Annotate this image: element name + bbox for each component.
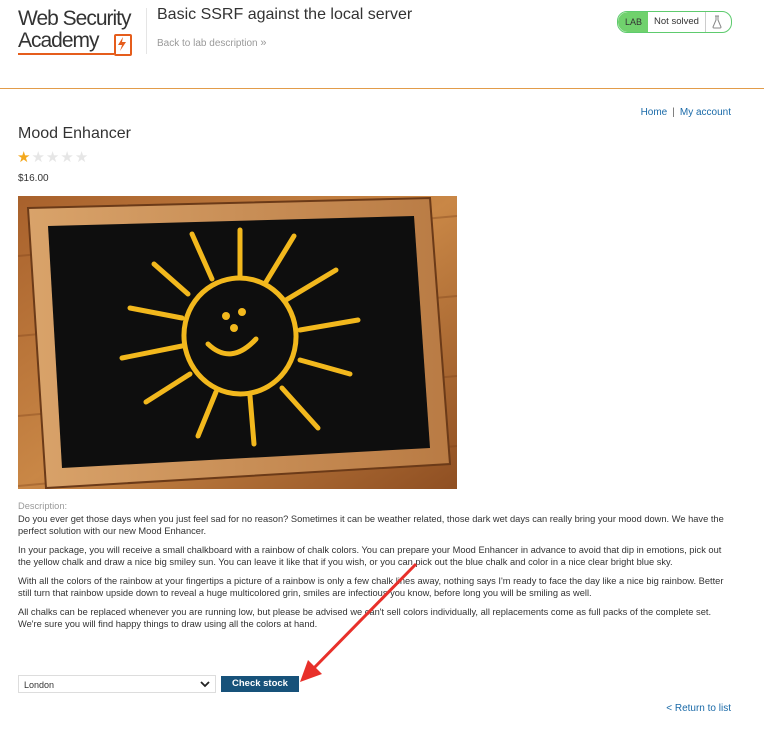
product-name: Mood Enhancer: [18, 125, 131, 142]
header-divider: [146, 8, 147, 54]
lab-badge: LAB: [618, 12, 649, 32]
star-empty-icon: ★: [74, 149, 90, 166]
lab-status: Not solved: [648, 12, 706, 32]
return-to-list-link[interactable]: < Return to list: [666, 703, 731, 714]
my-account-link[interactable]: My account: [680, 107, 731, 118]
logo-underline: [18, 53, 114, 55]
logo-line-1: Web Security: [18, 7, 132, 30]
product-image: [18, 196, 457, 489]
lightning-icon: [114, 34, 132, 56]
check-stock-button[interactable]: Check stock: [221, 676, 299, 692]
header: Web Security Academy Basic SSRF against …: [0, 0, 764, 89]
back-to-lab-description-link[interactable]: Back to lab description »: [157, 37, 267, 49]
home-link[interactable]: Home: [641, 107, 668, 118]
star-empty-icon: ★: [31, 149, 46, 166]
star-filled-icon: ★: [17, 149, 32, 166]
flask-icon: [706, 12, 728, 32]
red-arrow-annotation: [300, 562, 418, 682]
store-select[interactable]: London: [18, 675, 216, 693]
star-rating: ★★★★★: [17, 149, 89, 167]
double-chevron-icon: »: [260, 37, 267, 49]
star-empty-icon: ★: [45, 149, 61, 166]
top-nav: Home | My account: [641, 107, 731, 118]
back-link-label: Back to lab description: [157, 38, 258, 49]
chevron-down-icon: [200, 681, 210, 688]
nav-separator: |: [672, 107, 675, 118]
description-paragraph-1: Do you ever get those days when you just…: [18, 513, 724, 537]
lab-title: Basic SSRF against the local server: [157, 6, 413, 23]
store-select-value: London: [24, 680, 55, 690]
web-security-academy-logo[interactable]: Web Security Academy: [18, 7, 136, 56]
lab-status-widget: LAB Not solved: [617, 11, 732, 33]
star-empty-icon: ★: [60, 149, 75, 166]
product-price: $16.00: [18, 173, 49, 184]
description-label: Description:: [18, 501, 68, 511]
